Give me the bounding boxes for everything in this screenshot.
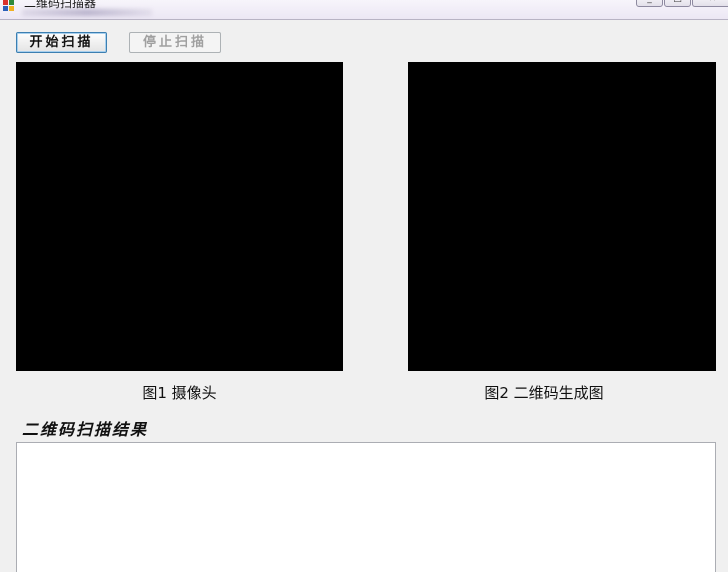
close-button[interactable]: ✕: [692, 0, 728, 7]
title-blur: [22, 9, 152, 16]
minimize-icon: _: [647, 0, 652, 4]
stop-scan-button[interactable]: 停止扫描: [129, 32, 221, 53]
scan-result-textbox[interactable]: [16, 442, 716, 572]
start-scan-button[interactable]: 开始扫描: [16, 32, 107, 53]
qr-image-view: [408, 62, 716, 371]
main-window: 二维码扫描器 _ □ ✕ 开始扫描 停止扫描 图1 摄像头 图2 二维码生成图 …: [0, 0, 728, 572]
result-label: 二维码扫描结果: [22, 420, 149, 439]
qr-caption: 图2 二维码生成图: [484, 384, 604, 402]
close-icon: ✕: [709, 0, 717, 4]
maximize-icon: □: [673, 0, 682, 4]
camera-caption: 图1 摄像头: [142, 384, 217, 402]
app-icon: [3, 0, 17, 11]
maximize-button[interactable]: □: [664, 0, 691, 7]
camera-view: [16, 62, 343, 371]
title-bar[interactable]: 二维码扫描器 _ □ ✕: [0, 0, 728, 20]
minimize-button[interactable]: _: [636, 0, 663, 7]
